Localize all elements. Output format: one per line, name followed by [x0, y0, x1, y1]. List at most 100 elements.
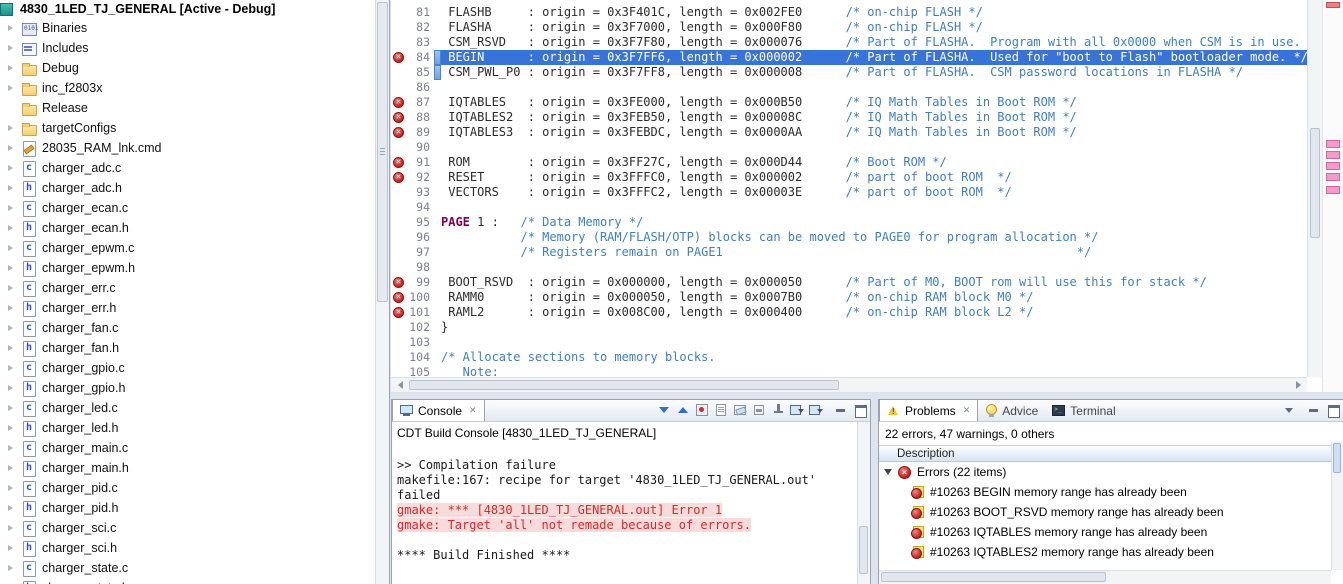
expand-arrow-icon[interactable] [8, 425, 21, 431]
code-line[interactable]: 95 PAGE 1 : /* Data Memory */ [391, 215, 1307, 230]
overview-error-marker[interactable] [1326, 151, 1340, 159]
expand-arrow-icon[interactable] [8, 205, 21, 211]
scrollbar-thumb[interactable] [881, 572, 1106, 582]
tree-item[interactable]: charger_fan.c [0, 318, 389, 338]
expand-arrow-icon[interactable] [8, 465, 21, 471]
view-menu-icon[interactable] [1282, 403, 1296, 417]
tab-terminal[interactable]: Terminal [1045, 400, 1122, 421]
editor-horizontal-scrollbar[interactable] [391, 377, 1307, 392]
tree-item[interactable]: charger_sci.c [0, 518, 389, 538]
problem-row[interactable]: #10263 BOOT_RSVD memory range has alread… [879, 502, 1343, 522]
code-line[interactable]: 91 ROM : origin = 0x3FF27C, length = 0x0… [391, 155, 1307, 170]
scrollbar-thumb[interactable] [1310, 128, 1320, 238]
code-line[interactable]: 90 [391, 140, 1307, 155]
code-line[interactable]: 89 IQTABLES3 : origin = 0x3FEBDC, length… [391, 125, 1307, 140]
code-line[interactable]: 83 CSM_RSVD : origin = 0x3F7F80, length … [391, 35, 1307, 50]
problems-vertical-scrollbar[interactable] [1331, 442, 1343, 570]
expand-arrow-icon[interactable] [8, 505, 21, 511]
tree-item[interactable]: Debug [0, 58, 389, 78]
tree-item[interactable]: charger_adc.h [0, 178, 389, 198]
project-root-item[interactable]: 4830_1LED_TJ_GENERAL [Active - Debug] [0, 0, 389, 18]
tab-advice[interactable]: Advice [978, 400, 1045, 421]
clear-console-icon[interactable] [733, 403, 747, 417]
tab-console[interactable]: Console ✕ [392, 400, 485, 421]
code-line[interactable]: 84 BEGIN : origin = 0x3F7FF6, length = 0… [391, 50, 1307, 65]
overview-error-marker[interactable] [1326, 2, 1340, 8]
tree-item[interactable]: charger_epwm.c [0, 238, 389, 258]
tab-problems[interactable]: Problems ✕ [879, 400, 979, 421]
errors-group-row[interactable]: Errors (22 items) [879, 462, 1343, 482]
next-error-icon[interactable] [657, 403, 671, 417]
expand-arrow-icon[interactable] [8, 185, 21, 191]
expand-arrow-icon[interactable] [8, 265, 21, 271]
minimize-icon[interactable] [834, 403, 848, 417]
code-line[interactable]: 93 VECTORS : origin = 0x3FFFC2, length =… [391, 185, 1307, 200]
code-line[interactable]: 85 CSM_PWL_P0 : origin = 0x3F7FF8, lengt… [391, 65, 1307, 80]
expand-arrow-icon[interactable] [8, 545, 21, 551]
close-icon[interactable]: ✕ [963, 405, 971, 416]
overview-error-marker[interactable] [1326, 173, 1340, 181]
tree-item[interactable]: inc_f2803x [0, 78, 389, 98]
tree-item[interactable]: charger_pid.c [0, 478, 389, 498]
expand-arrow-icon[interactable] [8, 285, 21, 291]
tree-item[interactable]: charger_main.h [0, 458, 389, 478]
expand-arrow-icon[interactable] [8, 305, 21, 311]
tree-item[interactable]: charger_ecan.c [0, 198, 389, 218]
expand-arrow-icon[interactable] [8, 365, 21, 371]
pin-console-icon[interactable] [771, 403, 785, 417]
scrollbar-thumb[interactable] [409, 380, 839, 390]
scrollbar-thumb[interactable] [859, 526, 868, 574]
expander-icon[interactable] [884, 469, 892, 475]
tree-item[interactable]: Includes [0, 38, 389, 58]
code-line[interactable]: 94 [391, 200, 1307, 215]
code-line[interactable]: 102} [391, 320, 1307, 335]
expand-arrow-icon[interactable] [8, 225, 21, 231]
code-line[interactable]: 92 RESET : origin = 0x3FFFC0, length = 0… [391, 170, 1307, 185]
tree-item[interactable]: charger_pid.h [0, 498, 389, 518]
code-line[interactable]: 81 FLASHB : origin = 0x3F401C, length = … [391, 5, 1307, 20]
code-line[interactable]: 97 /* Registers remain on PAGE1 */ [391, 245, 1307, 260]
open-console-icon[interactable] [809, 403, 823, 417]
tree-item[interactable]: targetConfigs [0, 118, 389, 138]
tree-item[interactable]: Release [0, 98, 389, 118]
expand-arrow-icon[interactable] [8, 125, 21, 131]
tree-item[interactable]: charger_ecan.h [0, 218, 389, 238]
problems-horizontal-scrollbar[interactable] [879, 570, 1331, 584]
tree-item[interactable]: charger_main.c [0, 438, 389, 458]
show-error-icon[interactable] [695, 403, 709, 417]
tree-item[interactable]: charger_gpio.h [0, 378, 389, 398]
previous-error-icon[interactable] [676, 403, 690, 417]
tree-item[interactable]: charger_err.h [0, 298, 389, 318]
code-line[interactable]: 96 /* Memory (RAM/FLASH/OTP) blocks can … [391, 230, 1307, 245]
code-line[interactable]: 103 [391, 335, 1307, 350]
expand-arrow-icon[interactable] [8, 165, 21, 171]
code-line[interactable]: 82 FLASHA : origin = 0x3F7000, length = … [391, 20, 1307, 35]
minimize-icon[interactable] [1307, 403, 1321, 417]
code-line[interactable]: 101 RAML2 : origin = 0x008C00, length = … [391, 305, 1307, 320]
expand-arrow-icon[interactable] [8, 565, 21, 571]
overview-error-marker[interactable] [1326, 140, 1340, 148]
expand-arrow-icon[interactable] [8, 325, 21, 331]
scroll-right-arrow-icon[interactable] [1291, 378, 1307, 392]
problem-row[interactable]: #10263 IQTABLES2 memory range has alread… [879, 542, 1343, 562]
maximize-icon[interactable] [1326, 403, 1340, 418]
code-line[interactable]: 105 Note: [391, 365, 1307, 377]
code-lines[interactable]: 81 FLASHB : origin = 0x3F401C, length = … [391, 0, 1307, 377]
expand-arrow-icon[interactable] [8, 65, 21, 71]
tree-item[interactable]: charger_led.h [0, 418, 389, 438]
expand-arrow-icon[interactable] [8, 485, 21, 491]
tree-item[interactable]: charger_led.c [0, 398, 389, 418]
problem-row[interactable]: #10263 IQTABLES memory range has already… [879, 522, 1343, 542]
tree-item[interactable]: Binaries [0, 18, 389, 38]
tree-item[interactable]: charger_state.h [0, 578, 389, 584]
scroll-left-arrow-icon[interactable] [391, 378, 407, 392]
description-column-header[interactable]: Description [879, 445, 1343, 462]
code-line[interactable]: 104 /* Allocate sections to memory blocks… [391, 350, 1307, 365]
console-output[interactable]: >> Compilation failure makefile:167: reci… [392, 441, 870, 565]
maximize-icon[interactable] [853, 403, 867, 418]
expand-arrow-icon[interactable] [8, 85, 21, 91]
scrollbar-thumb[interactable] [377, 2, 388, 302]
expand-arrow-icon[interactable] [8, 145, 21, 151]
overview-error-marker[interactable] [1326, 162, 1340, 170]
overview-ruler[interactable] [1322, 0, 1343, 392]
